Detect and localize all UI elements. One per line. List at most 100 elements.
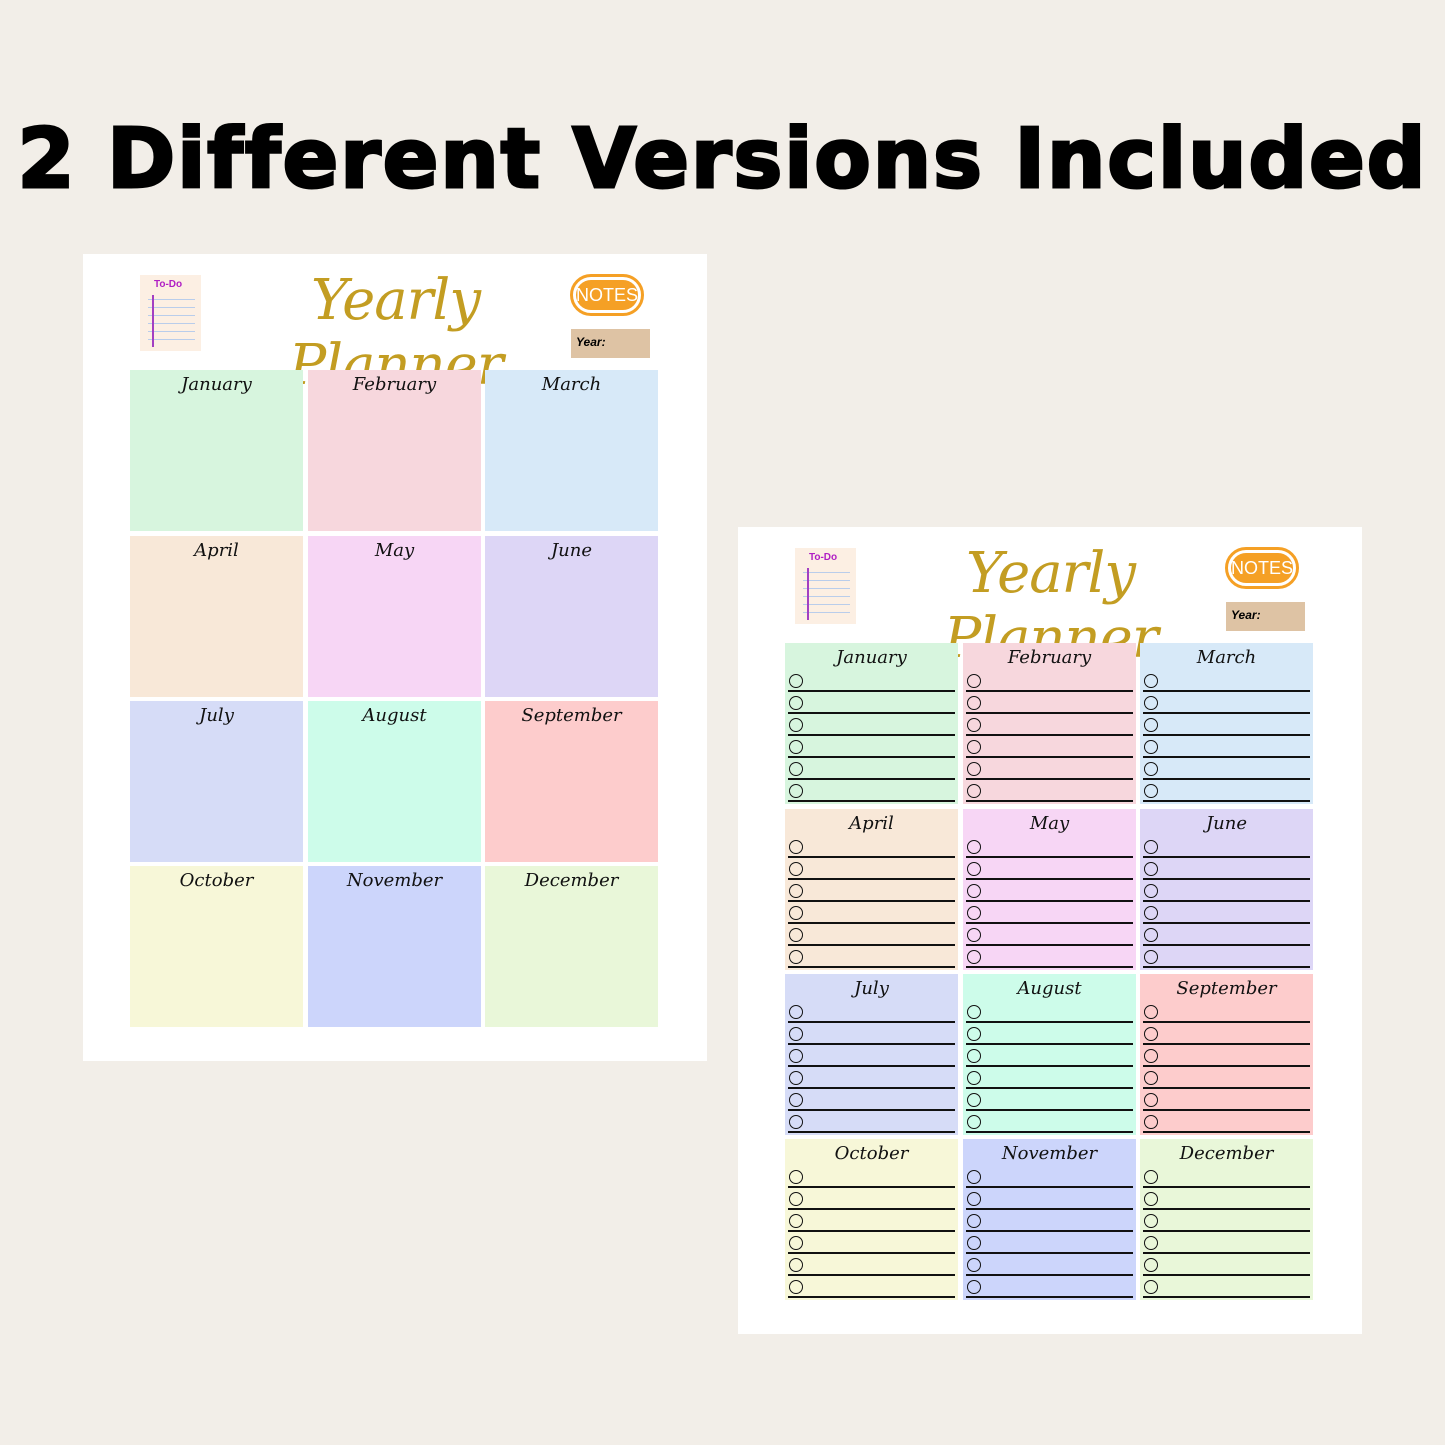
checkbox-circle[interactable] <box>789 862 803 876</box>
checkbox-circle[interactable] <box>789 1214 803 1228</box>
checklist-line <box>1143 966 1310 968</box>
checkbox-circle[interactable] <box>1144 1115 1158 1129</box>
checkbox-circle[interactable] <box>967 696 981 710</box>
checkbox-circle[interactable] <box>789 1027 803 1041</box>
checkbox-circle[interactable] <box>789 1049 803 1063</box>
month-name: April <box>194 540 239 561</box>
checkbox-circle[interactable] <box>967 1093 981 1107</box>
todo-line <box>148 331 195 332</box>
checkbox-circle[interactable] <box>789 784 803 798</box>
checkbox-circle[interactable] <box>789 762 803 776</box>
checkbox-circle[interactable] <box>1144 1258 1158 1272</box>
checkbox-circle[interactable] <box>967 1192 981 1206</box>
checkbox-circle[interactable] <box>967 950 981 964</box>
checkbox-circle[interactable] <box>1144 1093 1158 1107</box>
checkbox-circle[interactable] <box>789 1115 803 1129</box>
checklist-line <box>788 756 955 758</box>
checkbox-circle[interactable] <box>1144 906 1158 920</box>
todo-line <box>148 323 195 324</box>
todo-line <box>803 604 850 605</box>
month-name: July <box>199 705 234 726</box>
checkbox-circle[interactable] <box>789 696 803 710</box>
checkbox-circle[interactable] <box>789 1236 803 1250</box>
checkbox-circle[interactable] <box>789 950 803 964</box>
checklist-line <box>966 1186 1133 1188</box>
checkbox-circle[interactable] <box>967 784 981 798</box>
checkbox-circle[interactable] <box>967 1236 981 1250</box>
checkbox-circle[interactable] <box>1144 1192 1158 1206</box>
todo-line <box>148 315 195 316</box>
checkbox-circle[interactable] <box>1144 928 1158 942</box>
planner-version-checklist: To-Do Yearly Planner NOTES Year: January Febr… <box>738 527 1362 1334</box>
checkbox-circle[interactable] <box>1144 1027 1158 1041</box>
checkbox-circle[interactable] <box>789 928 803 942</box>
checklist-line <box>1143 1065 1310 1067</box>
checklist-line <box>788 1274 955 1276</box>
checkbox-circle[interactable] <box>1144 884 1158 898</box>
checkbox-circle[interactable] <box>1144 840 1158 854</box>
month-cell-december: December <box>485 866 658 1027</box>
checkbox-circle[interactable] <box>789 1192 803 1206</box>
checkbox-circle[interactable] <box>1144 718 1158 732</box>
checkbox-circle[interactable] <box>967 1280 981 1294</box>
checkbox-circle[interactable] <box>967 1071 981 1085</box>
month-cell-august: August <box>308 701 481 862</box>
todo-line <box>803 612 850 613</box>
checkbox-circle[interactable] <box>967 762 981 776</box>
checklist-line <box>1143 1131 1310 1133</box>
checkbox-circle[interactable] <box>789 1071 803 1085</box>
checkbox-circle[interactable] <box>967 1049 981 1063</box>
checkbox-circle[interactable] <box>789 1005 803 1019</box>
checkbox-circle[interactable] <box>1144 740 1158 754</box>
checkbox-circle[interactable] <box>967 1005 981 1019</box>
checkbox-circle[interactable] <box>789 1280 803 1294</box>
checkbox-circle[interactable] <box>1144 1071 1158 1085</box>
checklist-line <box>966 778 1133 780</box>
checkbox-circle[interactable] <box>789 884 803 898</box>
checkbox-circle[interactable] <box>967 928 981 942</box>
checkbox-circle[interactable] <box>1144 1170 1158 1184</box>
checkbox-circle[interactable] <box>1144 762 1158 776</box>
checkbox-circle[interactable] <box>967 1115 981 1129</box>
notes-badge: NOTES <box>570 274 644 316</box>
checkbox-circle[interactable] <box>967 1027 981 1041</box>
checkbox-circle[interactable] <box>967 840 981 854</box>
month-name: December <box>524 870 619 891</box>
month-cell-january: January <box>130 370 303 531</box>
checkbox-circle[interactable] <box>789 840 803 854</box>
checkbox-circle[interactable] <box>967 1214 981 1228</box>
checklist-line <box>1143 800 1310 802</box>
checklist-line <box>966 1065 1133 1067</box>
checkbox-circle[interactable] <box>789 1170 803 1184</box>
checkbox-circle[interactable] <box>789 1093 803 1107</box>
checklist-line <box>966 1131 1133 1133</box>
checkbox-circle[interactable] <box>1144 674 1158 688</box>
checkbox-circle[interactable] <box>967 1170 981 1184</box>
checkbox-circle[interactable] <box>967 906 981 920</box>
checkbox-circle[interactable] <box>1144 862 1158 876</box>
checkbox-circle[interactable] <box>1144 1005 1158 1019</box>
checkbox-circle[interactable] <box>789 718 803 732</box>
checkbox-circle[interactable] <box>789 740 803 754</box>
checkbox-circle[interactable] <box>967 884 981 898</box>
month-cell-july: July <box>785 974 958 1135</box>
checkbox-circle[interactable] <box>967 862 981 876</box>
checklist-line <box>966 800 1133 802</box>
checkbox-circle[interactable] <box>967 1258 981 1272</box>
checkbox-circle[interactable] <box>1144 784 1158 798</box>
checklist-line <box>788 778 955 780</box>
month-cell-november: November <box>963 1139 1136 1300</box>
checkbox-circle[interactable] <box>1144 1236 1158 1250</box>
checkbox-circle[interactable] <box>967 674 981 688</box>
checkbox-circle[interactable] <box>1144 950 1158 964</box>
checklist-line <box>1143 712 1310 714</box>
checkbox-circle[interactable] <box>967 718 981 732</box>
checkbox-circle[interactable] <box>1144 696 1158 710</box>
checkbox-circle[interactable] <box>789 1258 803 1272</box>
checkbox-circle[interactable] <box>789 674 803 688</box>
checkbox-circle[interactable] <box>1144 1049 1158 1063</box>
checkbox-circle[interactable] <box>789 906 803 920</box>
checkbox-circle[interactable] <box>1144 1280 1158 1294</box>
checkbox-circle[interactable] <box>967 740 981 754</box>
checkbox-circle[interactable] <box>1144 1214 1158 1228</box>
